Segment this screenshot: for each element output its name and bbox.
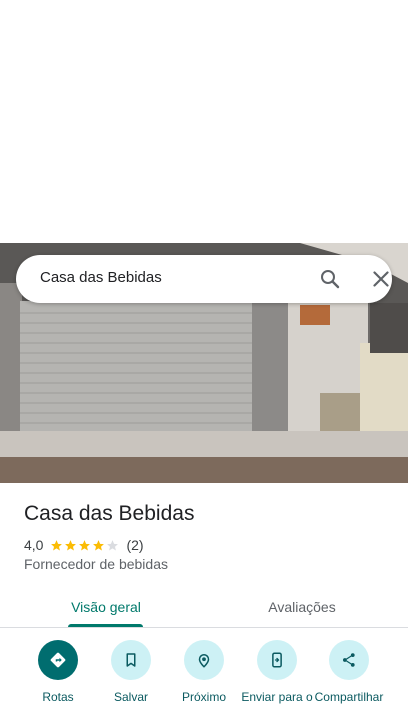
place-category: Fornecedor de bebidas bbox=[24, 556, 168, 572]
nearby-label: Próximo bbox=[181, 690, 226, 704]
star-icon bbox=[79, 539, 91, 550]
rating-value: 4,0 bbox=[24, 537, 44, 553]
bookmark-icon bbox=[126, 653, 136, 667]
search-icon[interactable] bbox=[318, 267, 342, 291]
directions-icon bbox=[50, 652, 66, 668]
save-button[interactable]: Salvar bbox=[94, 640, 168, 704]
nearby-icon bbox=[198, 654, 210, 668]
review-count[interactable]: (2) bbox=[126, 537, 143, 553]
star-icon bbox=[93, 539, 105, 550]
search-bar[interactable]: Casa das Bebidas bbox=[16, 255, 392, 303]
close-icon[interactable] bbox=[369, 267, 393, 291]
share-icon bbox=[343, 653, 355, 667]
star-empty-icon bbox=[107, 539, 119, 550]
send-to-phone-label: Enviar para o bbox=[241, 690, 313, 704]
action-bar: Rotas Salvar Próximo Enviar para o Compa… bbox=[0, 640, 408, 726]
directions-label: Rotas bbox=[42, 690, 74, 704]
rating-row[interactable]: 4,0 (2) bbox=[24, 536, 144, 554]
send-to-phone-button[interactable]: Enviar para o bbox=[240, 640, 314, 704]
star-icon bbox=[65, 539, 77, 550]
share-button[interactable]: Compartilhar bbox=[312, 640, 386, 704]
send-to-phone-icon bbox=[272, 652, 282, 668]
share-label: Compartilhar bbox=[314, 690, 384, 704]
tab-reviews[interactable]: Avaliações bbox=[196, 586, 408, 628]
search-input[interactable]: Casa das Bebidas bbox=[40, 269, 162, 286]
tab-indicator bbox=[68, 624, 143, 627]
tab-bar: Visão geral Avaliações bbox=[0, 586, 408, 628]
star-icon bbox=[51, 539, 63, 550]
tab-overview[interactable]: Visão geral bbox=[0, 586, 212, 628]
place-title: Casa das Bebidas bbox=[24, 502, 195, 525]
save-label: Salvar bbox=[113, 690, 148, 704]
map-area[interactable] bbox=[0, 0, 408, 243]
star-rating bbox=[50, 539, 120, 552]
directions-button[interactable]: Rotas bbox=[21, 640, 95, 704]
place-sheet: Casa das Bebidas Casa das Bebidas 4,0 (2… bbox=[0, 0, 408, 726]
nearby-button[interactable]: Próximo bbox=[167, 640, 241, 704]
